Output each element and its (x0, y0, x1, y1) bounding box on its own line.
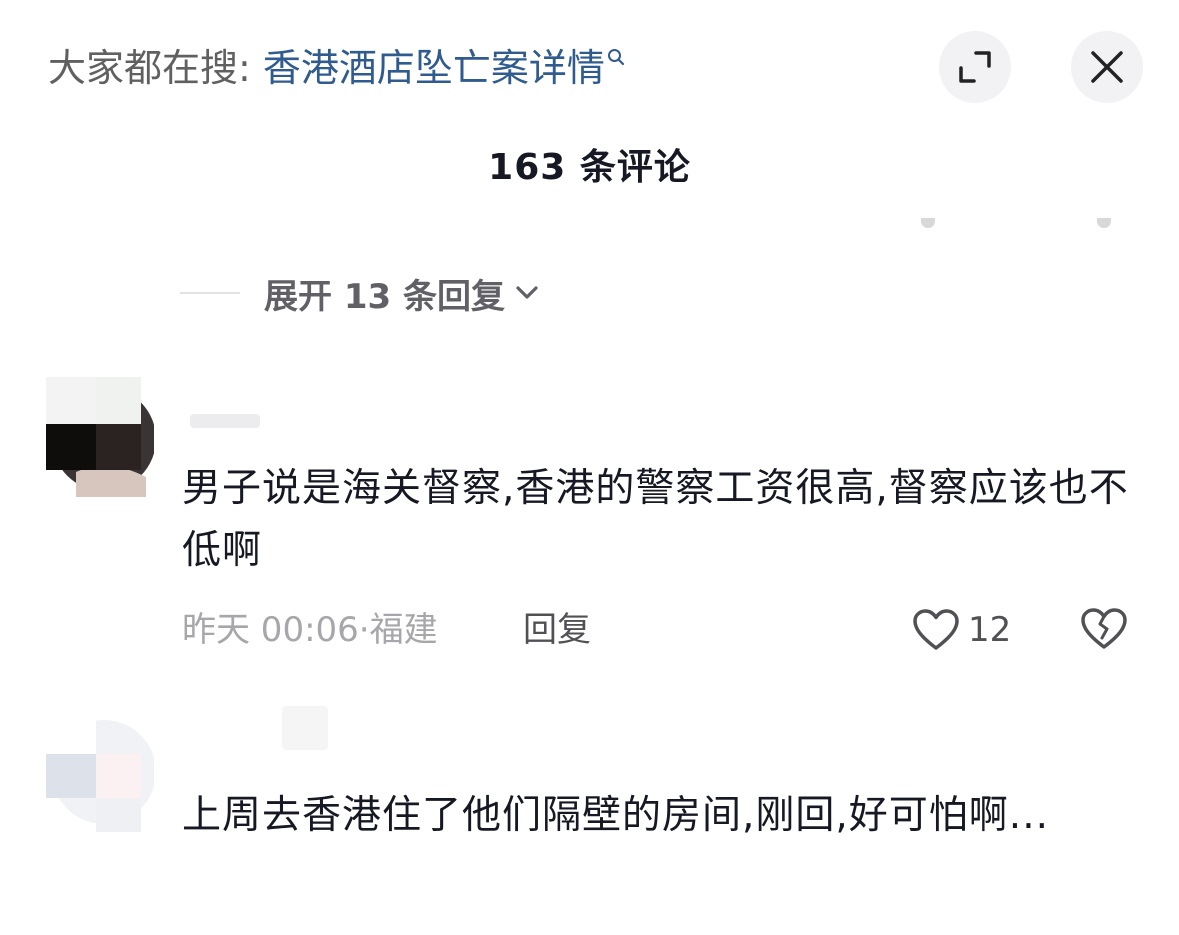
close-button[interactable] (1071, 31, 1143, 103)
expand-icon (959, 51, 991, 83)
avatar[interactable] (46, 712, 154, 832)
expand-replies-button[interactable]: 展开 13 条回复 (180, 268, 539, 318)
meta-separator: · (358, 610, 370, 650)
divider-line (180, 292, 240, 294)
comment-time: 昨天 00:06 (182, 610, 359, 650)
like-count: 12 (968, 610, 1012, 650)
cutoff-icon (1097, 218, 1111, 228)
chevron-down-icon (516, 286, 538, 299)
search-suggestion[interactable]: 大家都在搜: 香港酒店坠亡案详情 (48, 42, 625, 94)
username-redacted (282, 706, 328, 750)
comment-text: 上周去香港住了他们隔壁的房间,刚回,好可怕啊... (182, 793, 1049, 838)
search-prefix: 大家都在搜 (48, 46, 239, 90)
comment-meta: 昨天 00:06·福建 (182, 604, 438, 656)
expand-button[interactable] (939, 31, 1011, 103)
cutoff-icon (921, 218, 935, 228)
like-button[interactable]: 12 (912, 604, 1011, 656)
username-redacted (190, 414, 260, 428)
comment-count-title: 163 条评论 (488, 147, 691, 188)
search-separator: : (238, 46, 251, 90)
heart-outline-icon (913, 609, 959, 650)
reply-button[interactable]: 回复 (523, 604, 591, 656)
avatar[interactable] (46, 377, 154, 497)
dislike-button[interactable] (1079, 606, 1129, 656)
search-query-link[interactable]: 香港酒店坠亡案详情 (263, 46, 605, 90)
comment-text: 男子说是海关督察,香港的警察工资很高,督察应该也不低啊 (182, 466, 1129, 573)
close-icon (1091, 51, 1123, 83)
search-icon (607, 42, 625, 68)
expand-replies-label: 展开 13 条回复 (264, 276, 505, 317)
comment-location: 福建 (369, 610, 438, 650)
broken-heart-icon (1081, 608, 1127, 649)
